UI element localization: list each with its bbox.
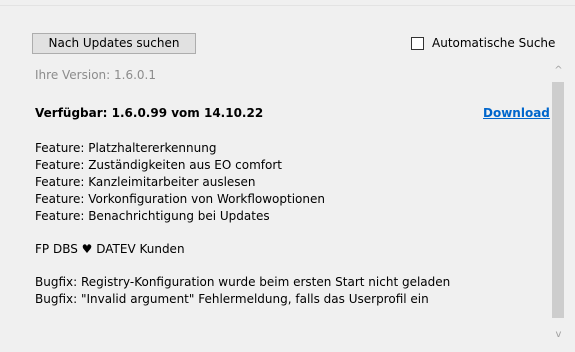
changelog-spacer: [35, 225, 545, 241]
available-version-text: Verfügbar: 1.6.0.99 vom 14.10.22: [35, 106, 264, 120]
changelog-list: Feature: Platzhaltererkennung Feature: Z…: [35, 140, 545, 308]
auto-search-checkbox[interactable]: [411, 36, 424, 50]
changelog-line: Bugfix: "Invalid argument" Fehlermeldung…: [35, 292, 429, 306]
vertical-scrollbar[interactable]: ^ v: [550, 60, 567, 352]
changelog-line: FP DBS ♥ DATEV Kunden: [35, 242, 185, 256]
changelog-line: Feature: Vorkonfiguration von Workflowop…: [35, 192, 325, 206]
scroll-thumb[interactable]: [552, 82, 564, 318]
download-link[interactable]: Download: [483, 106, 550, 120]
changelog-spacer: [35, 258, 545, 274]
changelog-line: Feature: Zuständigkeiten aus EO comfort: [35, 158, 282, 172]
current-version-text: Ihre Version: 1.6.0.1: [35, 68, 156, 82]
auto-search-option[interactable]: Automatische Suche: [411, 34, 555, 52]
changelog-line: Bugfix: Registry-Konfiguration wurde bei…: [35, 275, 451, 289]
scroll-down-icon[interactable]: v: [550, 328, 567, 342]
auto-search-label: Automatische Suche: [432, 36, 556, 50]
changelog-line: Feature: Platzhaltererkennung: [35, 141, 217, 155]
scroll-up-icon[interactable]: ^: [550, 64, 567, 78]
release-notes-area[interactable]: Ihre Version: 1.6.0.1 Verfügbar: 1.6.0.9…: [28, 60, 550, 352]
changelog-line: Feature: Kanzleimitarbeiter auslesen: [35, 175, 256, 189]
changelog-line: Feature: Benachrichtigung bei Updates: [35, 209, 270, 223]
check-updates-button[interactable]: Nach Updates suchen: [32, 33, 196, 54]
